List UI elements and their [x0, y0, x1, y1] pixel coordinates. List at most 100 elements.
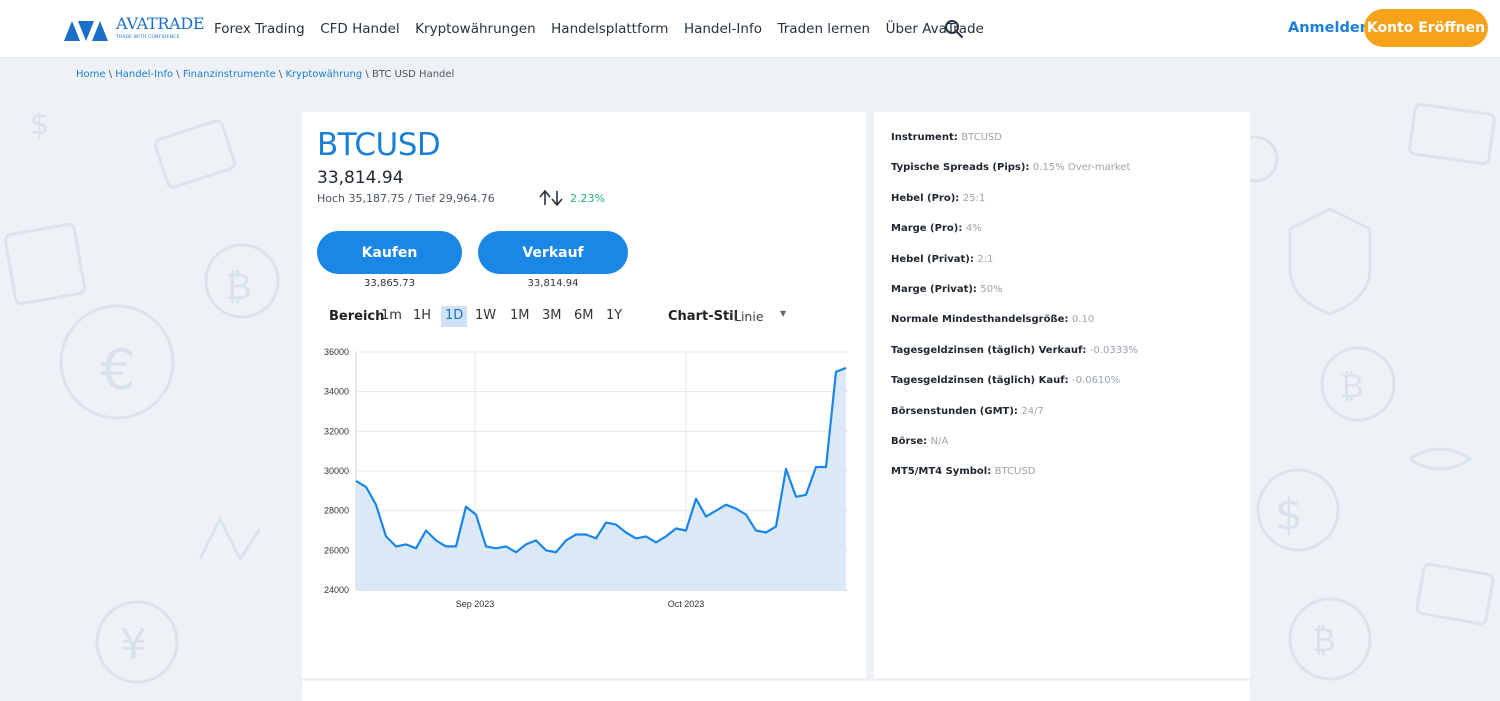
info-value: 24/7	[1021, 405, 1044, 417]
logo-tagline: TRADE WITH CONFIDENCE	[116, 35, 180, 40]
breadcrumb-home[interactable]: Home	[76, 69, 106, 80]
nav-traden-lernen[interactable]: Traden lernen	[777, 21, 870, 37]
nav-handel-info[interactable]: Handel-Info	[684, 21, 762, 37]
buy-button[interactable]: Kaufen	[317, 231, 462, 274]
range-button-6m[interactable]: 6M	[570, 306, 598, 327]
breadcrumb-separator: \	[278, 69, 283, 80]
info-row: Instrument: BTCUSD	[891, 132, 1002, 143]
breadcrumb-separator: \	[365, 69, 369, 80]
sell-button[interactable]: Verkauf	[478, 231, 628, 274]
price-area	[356, 367, 846, 590]
login-link[interactable]: Anmelden	[1288, 20, 1370, 36]
info-value: 2:1	[977, 253, 994, 265]
nav-handelsplattform[interactable]: Handelsplattform	[551, 21, 668, 37]
info-value: 4%	[965, 223, 982, 235]
info-row: Hebel (Privat): 2:1	[891, 254, 993, 265]
nav-forex-trading[interactable]: Forex Trading	[214, 21, 305, 37]
info-row: MT5/MT4 Symbol: BTCUSD	[891, 466, 1035, 477]
info-label: Marge (Privat):	[891, 284, 981, 295]
price-chart: 24000 26000 28000 30000 32000 34000 36000 Sep 2…	[324, 347, 848, 609]
logo-wordmark: AVATRADE TRADE WITH CONFIDENCE	[116, 16, 205, 45]
breadcrumb-separator: \	[176, 69, 180, 80]
range-button-3m[interactable]: 3M	[538, 306, 566, 327]
lower-panel	[302, 681, 1250, 701]
breadcrumb-kryptowaehrung[interactable]: Kryptowährung	[285, 69, 362, 80]
svg-text:€: €	[100, 338, 136, 403]
info-label: MT5/MT4 Symbol:	[891, 466, 995, 478]
avatrade-logo-icon	[64, 21, 108, 41]
instrument-symbol: BTCUSD	[317, 127, 441, 163]
high-low: Hoch 35,187.75 / Tief 29,964.76	[317, 192, 495, 205]
info-row: Börse: N/A	[891, 436, 948, 447]
info-value: BTCUSD	[994, 466, 1036, 478]
svg-text:₿: ₿	[1340, 367, 1364, 405]
open-account-button[interactable]: Konto Eröffnen	[1364, 9, 1488, 47]
info-value: -0.0333%	[1089, 344, 1138, 356]
info-value: 50%	[980, 284, 1003, 295]
info-label: Börse:	[891, 436, 931, 447]
breadcrumb-finanzinstrumente[interactable]: Finanzinstrumente	[183, 69, 276, 80]
info-row: Marge (Pro): 4%	[891, 223, 982, 234]
info-row: Normale Mindesthandelsgröße: 0.10	[891, 314, 1094, 325]
info-value: N/A	[930, 436, 949, 447]
range-button-1m[interactable]: 1M	[506, 306, 534, 327]
info-label: Instrument:	[891, 132, 962, 143]
up-down-arrows-icon	[539, 189, 563, 207]
y-tick-label: 28000	[324, 506, 349, 516]
svg-text:$: $	[1275, 489, 1303, 540]
instrument-info-panel: Instrument: BTCUSD Typische Spreads (Pips…	[874, 112, 1250, 678]
info-row: Marge (Privat): 50%	[891, 284, 1003, 295]
breadcrumb-current: BTC USD Handel	[371, 69, 455, 80]
nav-cfd-handel[interactable]: CFD Handel	[320, 21, 399, 37]
breadcrumb-handel-info[interactable]: Handel-Info	[115, 69, 173, 80]
range-button-1y[interactable]: 1Y	[602, 306, 626, 327]
sell-price: 33,814.94	[527, 278, 579, 289]
info-value: 0.10	[1071, 314, 1095, 326]
info-row: Hebel (Pro): 25:1	[891, 193, 985, 204]
info-label: Marge (Pro):	[891, 223, 966, 235]
y-tick-label: 24000	[324, 585, 349, 595]
y-tick-label: 30000	[324, 466, 349, 476]
avatrade-logo[interactable]: AVATRADE TRADE WITH CONFIDENCE	[64, 16, 205, 45]
y-tick-label: 26000	[324, 545, 349, 555]
main-nav: Forex Trading CFD Handel Kryptowährungen…	[214, 0, 999, 58]
range-button-1w[interactable]: 1W	[471, 306, 500, 327]
buy-price: 33,865.73	[364, 278, 415, 289]
site-header: AVATRADE TRADE WITH CONFIDENCE Forex Tra…	[0, 0, 1500, 58]
info-value: -0.0610%	[1072, 375, 1121, 387]
info-value: BTCUSD	[961, 132, 1002, 143]
info-value: 25:1	[962, 192, 986, 204]
range-button-1d[interactable]: 1D	[441, 306, 468, 327]
info-row: Typische Spreads (Pips): 0.15% Over-mark…	[891, 162, 1130, 173]
info-row: Börsenstunden (GMT): 24/7	[891, 406, 1044, 417]
nav-kryptowaehrungen[interactable]: Kryptowährungen	[415, 21, 535, 37]
info-row: Tagesgeldzinsen (täglich) Verkauf: -0.03…	[891, 345, 1138, 356]
breadcrumb-separator: \	[108, 69, 113, 80]
chart-style-label: Chart-Stil	[668, 309, 739, 324]
nav-ueber-avatrade[interactable]: Über AvaTrade	[886, 21, 984, 37]
range-button-1m[interactable]: 1m	[377, 306, 406, 327]
x-tick-label: Sep 2023	[456, 599, 495, 609]
info-label: Börsenstunden (GMT):	[891, 405, 1022, 417]
info-label: Hebel (Privat):	[891, 253, 978, 265]
search-icon[interactable]	[944, 19, 964, 39]
instrument-panel: BTCUSD 33,814.94 Hoch 35,187.75 / Tief 2…	[302, 112, 866, 678]
breadcrumb: Home \ Handel-Info \ Finanzinstrumente \…	[76, 69, 454, 80]
current-price: 33,814.94	[317, 168, 404, 188]
y-tick-label: 34000	[324, 387, 349, 397]
x-tick-label: Oct 2023	[668, 599, 705, 609]
range-button-1h[interactable]: 1H	[409, 306, 435, 327]
svg-text:₿: ₿	[225, 267, 252, 308]
y-tick-label: 36000	[324, 347, 349, 357]
info-label: Hebel (Pro):	[891, 192, 963, 204]
info-row: Tagesgeldzinsen (täglich) Kauf: -0.0610%	[891, 375, 1120, 386]
y-tick-label: 32000	[324, 426, 349, 436]
dropdown-caret-icon[interactable]: ▼	[780, 309, 786, 318]
svg-text:$: $	[30, 107, 49, 142]
info-value: 0.15% Over-market	[1032, 162, 1131, 174]
svg-text:₿: ₿	[1312, 621, 1336, 659]
info-label: Typische Spreads (Pips):	[891, 162, 1033, 174]
info-label: Tagesgeldzinsen (täglich) Kauf:	[891, 375, 1073, 387]
price-change: 2.23%	[570, 192, 605, 205]
info-label: Normale Mindesthandelsgröße:	[891, 314, 1072, 326]
